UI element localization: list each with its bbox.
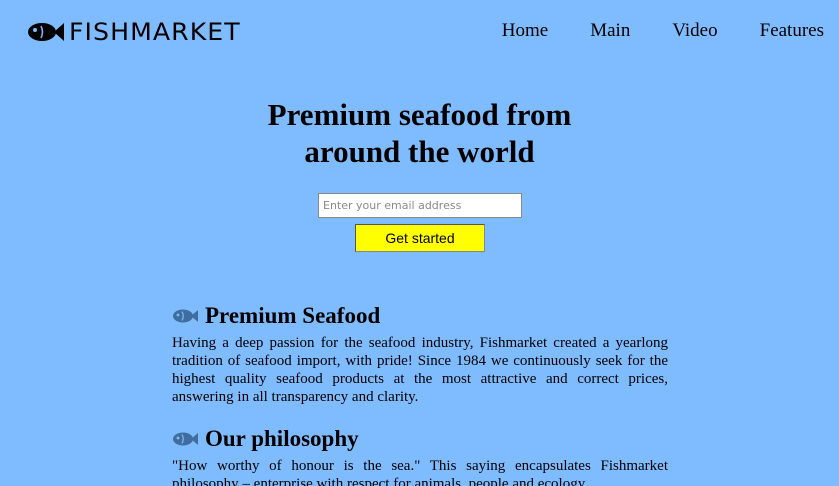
section-title: Our philosophy	[172, 425, 668, 453]
logo[interactable]: FISHMARKET	[27, 18, 240, 46]
fish-logo-icon	[28, 23, 64, 41]
signup-form: Get started	[318, 193, 522, 252]
nav-main[interactable]: Main	[590, 20, 630, 42]
logo-text: FISHMARKET	[69, 18, 241, 46]
section-title-text: Our philosophy	[205, 426, 359, 451]
section-body: "How worthy of honour is the sea." This …	[172, 458, 668, 486]
section-body: Having a deep passion for the seafood in…	[172, 335, 668, 405]
page: FISHMARKET Home Main Video Features Prem…	[0, 0, 839, 486]
email-input[interactable]	[318, 193, 522, 218]
fish-icon	[173, 432, 198, 446]
get-started-button[interactable]: Get started	[355, 224, 485, 252]
nav-features[interactable]: Features	[760, 20, 824, 42]
main-nav: Home Main Video Features	[502, 20, 824, 42]
hero-title-line2: around the world	[304, 134, 535, 169]
section-title-text: Premium Seafood	[205, 303, 381, 328]
section-our-philosophy: Our philosophy "How worthy of honour is …	[172, 425, 668, 486]
hero: Premium seafood from around the world	[0, 96, 839, 170]
section-premium-seafood: Premium Seafood Having a deep passion fo…	[172, 302, 668, 406]
nav-home[interactable]: Home	[502, 20, 548, 42]
fish-icon	[173, 309, 198, 323]
section-title: Premium Seafood	[172, 302, 668, 330]
nav-video[interactable]: Video	[672, 20, 717, 42]
hero-title-line1: Premium seafood from	[267, 97, 572, 132]
hero-title: Premium seafood from around the world	[220, 96, 620, 170]
